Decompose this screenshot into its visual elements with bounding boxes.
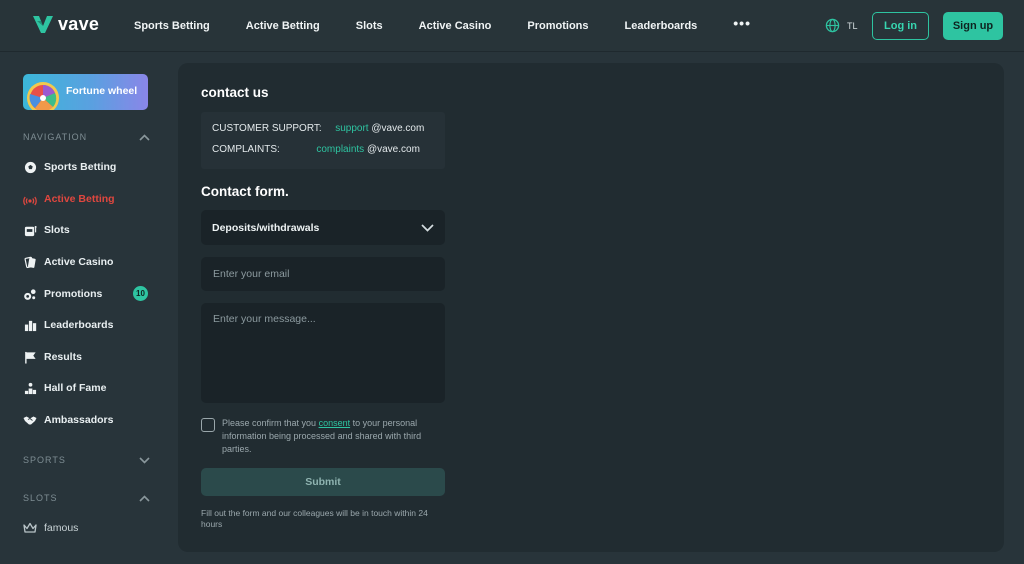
chevron-down-icon <box>421 223 434 232</box>
customer-support-row: CUSTOMER SUPPORT: support @vave.com <box>212 123 424 134</box>
top-header: vave Sports Betting Active Betting Slots… <box>0 0 1024 52</box>
nav-slots[interactable]: Slots <box>356 20 383 32</box>
login-button[interactable]: Log in <box>872 12 929 40</box>
email-input[interactable] <box>201 257 445 291</box>
crown-icon <box>23 521 37 535</box>
complaints-label: COMPLAINTS: <box>212 144 280 155</box>
cards-icon <box>23 255 37 269</box>
contact-info-box: CUSTOMER SUPPORT: support @vave.com COMP… <box>201 112 445 169</box>
sidebar-item-label: Active Casino <box>44 256 114 268</box>
live-signal-icon <box>23 192 37 206</box>
gift-icon <box>23 287 37 301</box>
more-menu-icon[interactable]: ••• <box>733 15 751 31</box>
nav-active-betting[interactable]: Active Betting <box>246 20 320 32</box>
sidebar-item-label: Promotions <box>44 288 103 300</box>
support-email-domain: @vave.com <box>371 123 425 134</box>
sports-section-header[interactable]: SPORTS <box>23 453 150 467</box>
slots-section-title: SLOTS <box>23 493 58 503</box>
navigation-section-header[interactable]: NAVIGATION <box>23 130 150 144</box>
sidebar-item-label: Slots <box>44 224 70 236</box>
consent-link[interactable]: consent <box>319 418 351 428</box>
consent-text: Please confirm that you consent to your … <box>222 417 445 456</box>
topic-select[interactable]: Deposits/withdrawals <box>201 210 445 245</box>
complaints-row: COMPLAINTS: complaints @vave.com <box>212 144 420 155</box>
sidebar-item-active-betting[interactable]: Active Betting <box>23 190 115 208</box>
consent-checkbox[interactable] <box>201 418 215 432</box>
sidebar-item-label: Hall of Fame <box>44 382 107 394</box>
navigation-section-title: NAVIGATION <box>23 132 88 142</box>
sidebar-item-label: Ambassadors <box>44 414 114 426</box>
sidebar-item-slots[interactable]: Slots <box>23 221 70 239</box>
slot-machine-icon <box>23 223 37 237</box>
contact-form-title: Contact form. <box>201 184 289 199</box>
language-code: TL <box>847 20 858 31</box>
sidebar-item-ambassadors[interactable]: Ambassadors <box>23 411 113 429</box>
sidebar-item-promotions[interactable]: Promotions <box>23 285 102 303</box>
consent-row: Please confirm that you consent to your … <box>201 417 445 456</box>
slots-section-header[interactable]: SLOTS <box>23 491 150 505</box>
fortune-wheel-icon <box>27 82 59 110</box>
sidebar-item-leaderboards[interactable]: Leaderboards <box>23 316 113 334</box>
sidebar-item-results[interactable]: Results <box>23 348 82 366</box>
podium-icon <box>23 381 37 395</box>
sports-section-title: SPORTS <box>23 455 66 465</box>
sidebar-item-label: famous <box>44 522 79 534</box>
support-label: CUSTOMER SUPPORT: <box>212 123 322 134</box>
complaints-email-domain: @vave.com <box>366 144 420 155</box>
soccer-ball-icon <box>23 160 37 174</box>
complaints-email-link[interactable]: complaints <box>316 144 364 155</box>
promotions-count-badge: 10 <box>133 286 148 301</box>
fortune-wheel-label: Fortune wheel <box>66 85 138 97</box>
nav-active-casino[interactable]: Active Casino <box>419 20 492 32</box>
globe-icon <box>825 18 840 33</box>
signup-button[interactable]: Sign up <box>943 12 1003 40</box>
consent-text-start: Please confirm that you <box>222 418 319 428</box>
nav-sports-betting[interactable]: Sports Betting <box>134 20 210 32</box>
nav-promotions[interactable]: Promotions <box>527 20 588 32</box>
main-nav: Sports Betting Active Betting Slots Acti… <box>134 0 751 52</box>
handshake-icon <box>23 413 37 427</box>
fortune-wheel-banner[interactable]: Fortune wheel <box>23 74 148 110</box>
language-selector[interactable]: TL <box>825 18 858 33</box>
sidebar-item-label: Active Betting <box>44 193 115 205</box>
sidebar-item-famous[interactable]: famous <box>23 519 78 537</box>
page-title: contact us <box>201 85 269 100</box>
nav-leaderboards[interactable]: Leaderboards <box>625 20 698 32</box>
sidebar-item-sports-betting[interactable]: Sports Betting <box>23 158 116 176</box>
sidebar-item-label: Leaderboards <box>44 319 114 331</box>
sidebar-item-label: Sports Betting <box>44 161 117 173</box>
support-email-link[interactable]: support <box>335 123 368 134</box>
chevron-up-icon <box>139 133 150 141</box>
chevron-down-icon <box>139 456 150 464</box>
sidebar-item-label: Results <box>44 351 82 363</box>
sidebar: Fortune wheel NAVIGATION Sports Betting … <box>0 52 170 564</box>
trophy-icon <box>23 318 37 332</box>
vave-logo-icon <box>33 16 53 33</box>
sidebar-item-active-casino[interactable]: Active Casino <box>23 253 113 271</box>
logo-text: vave <box>58 13 100 34</box>
sidebar-item-hall-of-fame[interactable]: Hall of Fame <box>23 379 106 397</box>
message-textarea[interactable] <box>201 303 445 403</box>
flag-icon <box>23 350 37 364</box>
chevron-up-icon <box>139 494 150 502</box>
form-footnote: Fill out the form and our colleagues wil… <box>201 508 428 529</box>
logo[interactable]: vave <box>32 13 99 35</box>
topic-select-value: Deposits/withdrawals <box>212 221 320 234</box>
submit-button[interactable]: Submit <box>201 468 445 496</box>
contact-panel: contact us CUSTOMER SUPPORT: support @va… <box>178 63 1004 552</box>
